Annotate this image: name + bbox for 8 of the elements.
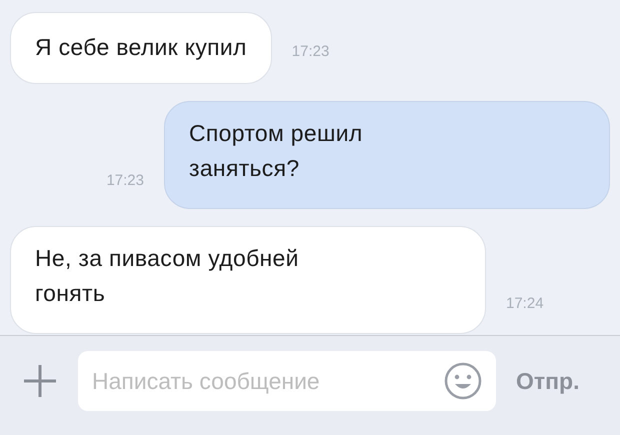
send-button[interactable]: Отпр. xyxy=(516,351,580,411)
message-time: 17:23 xyxy=(292,43,330,62)
message-time: 17:24 xyxy=(506,295,544,314)
message-bubble: Спортом решил заняться? xyxy=(164,101,610,209)
message-bubble: Я себе велик купил xyxy=(10,12,272,84)
message-field[interactable]: Написать сообщение xyxy=(78,351,496,411)
message-time: 17:23 xyxy=(106,172,144,191)
message-bubble: Не, за пивасом удобней гонять xyxy=(10,226,486,334)
